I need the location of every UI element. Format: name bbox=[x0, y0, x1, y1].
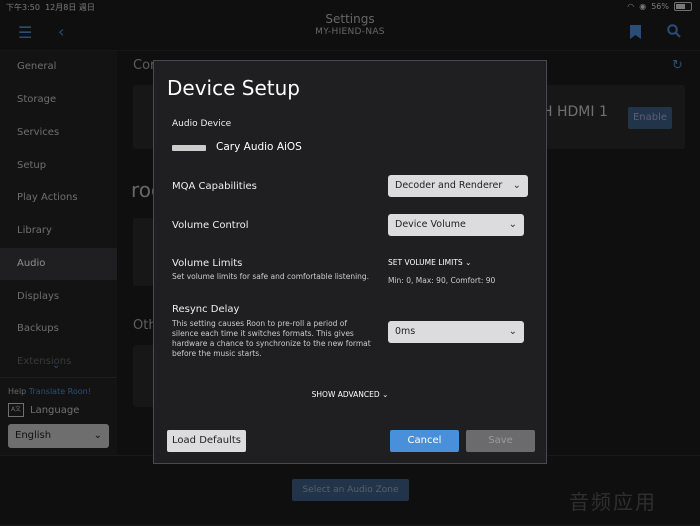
audio-device-icon bbox=[172, 145, 206, 151]
chevron-down-icon: ⌄ bbox=[508, 219, 517, 230]
chevron-down-icon: ⌄ bbox=[512, 180, 521, 191]
device-setup-dialog: Device Setup Audio Device Cary Audio AiO… bbox=[153, 60, 547, 464]
chevron-down-icon: ⌄ bbox=[465, 258, 472, 267]
volume-control-select[interactable]: Device Volume ⌄ bbox=[388, 214, 524, 236]
resync-delay-description: This setting causes Roon to pre-roll a p… bbox=[172, 319, 371, 358]
volume-limits-label: Volume Limits bbox=[172, 258, 243, 269]
volume-control-label: Volume Control bbox=[172, 220, 249, 231]
dialog-title: Device Setup bbox=[167, 76, 300, 100]
set-volume-limits-link[interactable]: SET VOLUME LIMITS ⌄ bbox=[388, 258, 471, 267]
resync-delay-label: Resync Delay bbox=[172, 304, 240, 315]
volume-limits-info: Min: 0, Max: 90, Comfort: 90 bbox=[388, 276, 496, 285]
volume-limits-description: Set volume limits for safe and comfortab… bbox=[172, 272, 370, 281]
save-button[interactable]: Save bbox=[466, 430, 535, 452]
mqa-select[interactable]: Decoder and Renderer ⌄ bbox=[388, 175, 528, 197]
chevron-down-icon: ⌄ bbox=[382, 390, 389, 399]
cancel-button[interactable]: Cancel bbox=[390, 430, 459, 452]
chevron-down-icon: ⌄ bbox=[508, 326, 517, 337]
mqa-label: MQA Capabilities bbox=[172, 181, 257, 192]
audio-device-label: Audio Device bbox=[172, 119, 232, 129]
resync-delay-select[interactable]: 0ms ⌄ bbox=[388, 321, 524, 343]
device-name: Cary Audio AiOS bbox=[216, 141, 302, 153]
show-advanced-toggle[interactable]: SHOW ADVANCED ⌄ bbox=[154, 390, 546, 399]
load-defaults-button[interactable]: Load Defaults bbox=[167, 430, 246, 452]
